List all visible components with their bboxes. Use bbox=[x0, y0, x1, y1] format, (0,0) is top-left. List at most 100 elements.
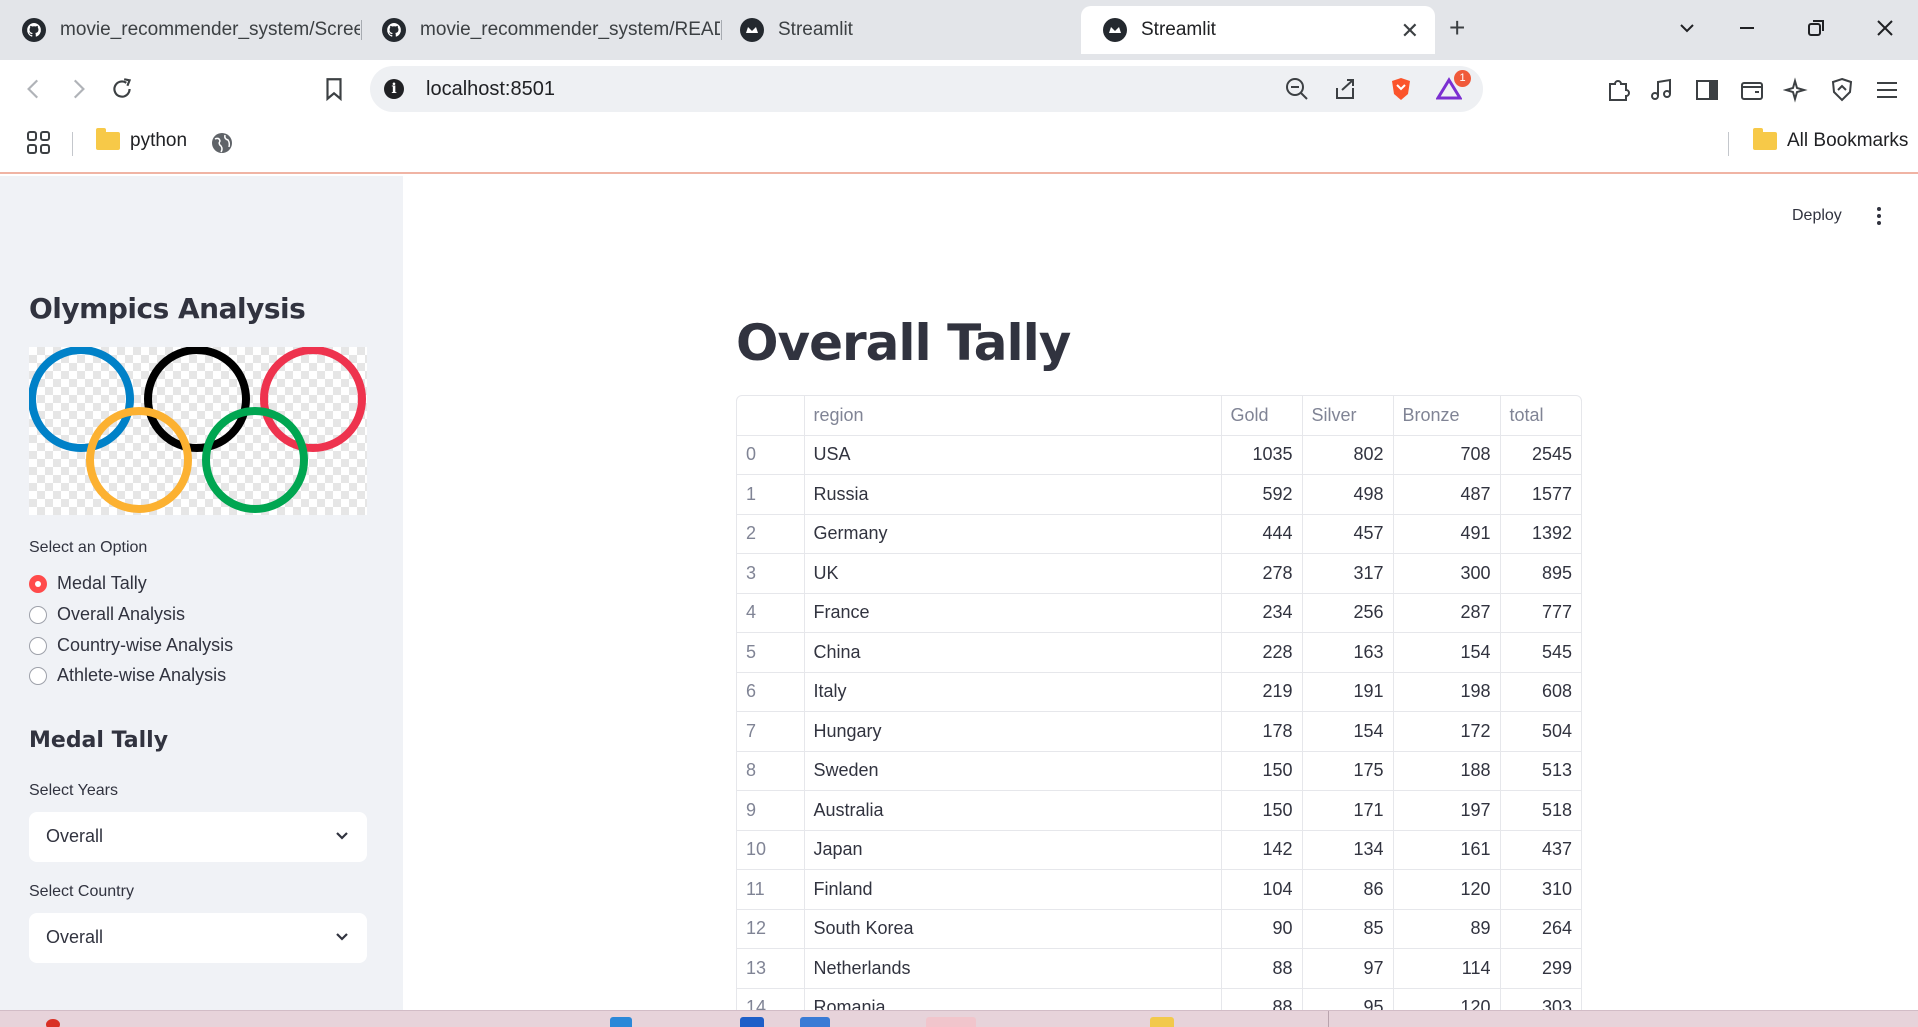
table-row[interactable]: 1 Russia 592 498 487 1577 bbox=[737, 474, 1581, 515]
browser-tab[interactable]: movie_recommender_system/READM bbox=[360, 6, 720, 54]
medal-count-cell[interactable]: 802 bbox=[1302, 435, 1394, 475]
table-row[interactable]: 3 UK 278 317 300 895 bbox=[737, 553, 1581, 594]
column-header-region[interactable]: region bbox=[804, 396, 1222, 436]
medal-count-cell[interactable]: 491 bbox=[1393, 514, 1501, 554]
medal-count-cell[interactable]: 457 bbox=[1302, 514, 1394, 554]
medal-count-cell[interactable]: 317 bbox=[1302, 553, 1394, 594]
tab-search-icon[interactable] bbox=[1667, 12, 1707, 46]
leo-ai-icon[interactable] bbox=[1783, 76, 1811, 104]
medal-count-cell[interactable]: 219 bbox=[1221, 672, 1303, 712]
medal-count-cell[interactable]: 89 bbox=[1393, 909, 1501, 949]
row-index-cell[interactable]: 4 bbox=[737, 593, 805, 633]
back-icon[interactable] bbox=[16, 71, 52, 107]
radio-button-checked[interactable] bbox=[29, 574, 47, 593]
medal-count-cell[interactable]: 171 bbox=[1302, 790, 1394, 831]
radio-medal-tally[interactable]: Medal Tally bbox=[29, 573, 147, 594]
medal-count-cell[interactable]: 228 bbox=[1221, 632, 1303, 673]
deploy-button[interactable]: Deploy bbox=[1792, 207, 1842, 225]
medal-count-cell[interactable]: 437 bbox=[1500, 830, 1581, 870]
medal-count-cell[interactable]: 134 bbox=[1302, 830, 1394, 870]
medal-count-cell[interactable]: 513 bbox=[1500, 751, 1581, 791]
medal-count-cell[interactable]: 278 bbox=[1221, 553, 1303, 594]
radio-button[interactable] bbox=[29, 666, 47, 685]
chevron-down-icon[interactable] bbox=[333, 928, 351, 946]
medal-count-cell[interactable]: 1577 bbox=[1500, 474, 1581, 515]
medal-count-cell[interactable]: 154 bbox=[1393, 632, 1501, 673]
table-row[interactable]: 2 Germany 444 457 491 1392 bbox=[737, 514, 1581, 554]
region-cell[interactable]: USA bbox=[804, 435, 1222, 475]
table-row[interactable]: 9 Australia 150 171 197 518 bbox=[737, 790, 1581, 831]
region-cell[interactable]: Australia bbox=[804, 790, 1222, 831]
medal-count-cell[interactable]: 114 bbox=[1393, 948, 1501, 989]
region-cell[interactable]: Japan bbox=[804, 830, 1222, 870]
medal-count-cell[interactable]: 708 bbox=[1393, 435, 1501, 475]
table-row[interactable]: 12 South Korea 90 85 89 264 bbox=[737, 909, 1581, 949]
medal-count-cell[interactable]: 197 bbox=[1393, 790, 1501, 831]
column-header-silver[interactable]: Silver bbox=[1302, 396, 1394, 436]
table-row[interactable]: 6 Italy 219 191 198 608 bbox=[737, 672, 1581, 712]
row-index-cell[interactable]: 2 bbox=[737, 514, 805, 554]
radio-overall-analysis[interactable]: Overall Analysis bbox=[29, 604, 185, 625]
row-index-cell[interactable]: 6 bbox=[737, 672, 805, 712]
medal-count-cell[interactable]: 1392 bbox=[1500, 514, 1581, 554]
table-row[interactable]: 0 USA 1035 802 708 2545 bbox=[737, 435, 1581, 475]
minimize-icon[interactable] bbox=[1727, 12, 1767, 46]
table-row[interactable]: 13 Netherlands 88 97 114 299 bbox=[737, 948, 1581, 989]
browser-tab[interactable]: movie_recommender_system/Screen bbox=[0, 6, 360, 54]
media-icon[interactable] bbox=[1648, 76, 1676, 104]
medal-count-cell[interactable]: 142 bbox=[1221, 830, 1303, 870]
medal-count-cell[interactable]: 88 bbox=[1221, 988, 1303, 1010]
medal-count-cell[interactable]: 120 bbox=[1393, 988, 1501, 1010]
medal-count-cell[interactable]: 234 bbox=[1221, 593, 1303, 633]
forward-icon[interactable] bbox=[60, 71, 96, 107]
years-select[interactable]: Overall bbox=[29, 812, 367, 862]
medal-count-cell[interactable]: 104 bbox=[1221, 869, 1303, 910]
medal-count-cell[interactable]: 150 bbox=[1221, 790, 1303, 831]
medal-count-cell[interactable]: 300 bbox=[1393, 553, 1501, 594]
medal-count-cell[interactable]: 198 bbox=[1393, 672, 1501, 712]
taskbar-app-icon[interactable] bbox=[610, 1017, 632, 1027]
medal-count-cell[interactable]: 545 bbox=[1500, 632, 1581, 673]
medal-tally-table[interactable]: region Gold Silver Bronze total 0 USA 1035… bbox=[736, 395, 1582, 1010]
medal-count-cell[interactable]: 120 bbox=[1393, 869, 1501, 910]
medal-count-cell[interactable]: 178 bbox=[1221, 711, 1303, 752]
bookmark-icon[interactable] bbox=[316, 71, 352, 107]
medal-count-cell[interactable]: 287 bbox=[1393, 593, 1501, 633]
medal-count-cell[interactable]: 95 bbox=[1302, 988, 1394, 1010]
medal-count-cell[interactable]: 86 bbox=[1302, 869, 1394, 910]
region-cell[interactable]: South Korea bbox=[804, 909, 1222, 949]
taskbar-app-icon[interactable] bbox=[1150, 1017, 1174, 1027]
medal-count-cell[interactable]: 444 bbox=[1221, 514, 1303, 554]
restore-icon[interactable] bbox=[1796, 12, 1836, 46]
row-index-cell[interactable]: 7 bbox=[737, 711, 805, 752]
address-bar[interactable]: i localhost:8501 1 bbox=[370, 66, 1483, 112]
region-cell[interactable]: China bbox=[804, 632, 1222, 673]
radio-label[interactable]: Medal Tally bbox=[57, 573, 147, 594]
table-row[interactable]: 4 France 234 256 287 777 bbox=[737, 593, 1581, 633]
years-select-value[interactable]: Overall bbox=[46, 826, 103, 846]
medal-count-cell[interactable]: 518 bbox=[1500, 790, 1581, 831]
region-cell[interactable]: Netherlands bbox=[804, 948, 1222, 989]
region-cell[interactable]: Germany bbox=[804, 514, 1222, 554]
row-index-cell[interactable]: 8 bbox=[737, 751, 805, 791]
radio-label[interactable]: Athlete-wise Analysis bbox=[57, 665, 226, 686]
table-row[interactable]: 11 Finland 104 86 120 310 bbox=[737, 869, 1581, 910]
apps-grid-icon[interactable] bbox=[26, 130, 52, 156]
row-index-cell[interactable]: 1 bbox=[737, 474, 805, 515]
medal-count-cell[interactable]: 90 bbox=[1221, 909, 1303, 949]
country-select-value[interactable]: Overall bbox=[46, 927, 103, 947]
medal-count-cell[interactable]: 88 bbox=[1221, 948, 1303, 989]
medal-count-cell[interactable]: 163 bbox=[1302, 632, 1394, 673]
row-index-cell[interactable]: 13 bbox=[737, 948, 805, 989]
medal-count-cell[interactable]: 154 bbox=[1302, 711, 1394, 752]
close-window-icon[interactable] bbox=[1865, 12, 1905, 46]
country-select[interactable]: Overall bbox=[29, 913, 367, 963]
sidebar-toggle-icon[interactable] bbox=[1693, 76, 1721, 104]
notification-icon[interactable] bbox=[46, 1019, 60, 1027]
medal-count-cell[interactable]: 150 bbox=[1221, 751, 1303, 791]
medal-count-cell[interactable]: 256 bbox=[1302, 593, 1394, 633]
radio-button[interactable] bbox=[29, 605, 47, 624]
site-info-icon[interactable]: i bbox=[384, 79, 404, 99]
medal-count-cell[interactable]: 172 bbox=[1393, 711, 1501, 752]
new-tab-icon[interactable]: + bbox=[1449, 14, 1465, 42]
